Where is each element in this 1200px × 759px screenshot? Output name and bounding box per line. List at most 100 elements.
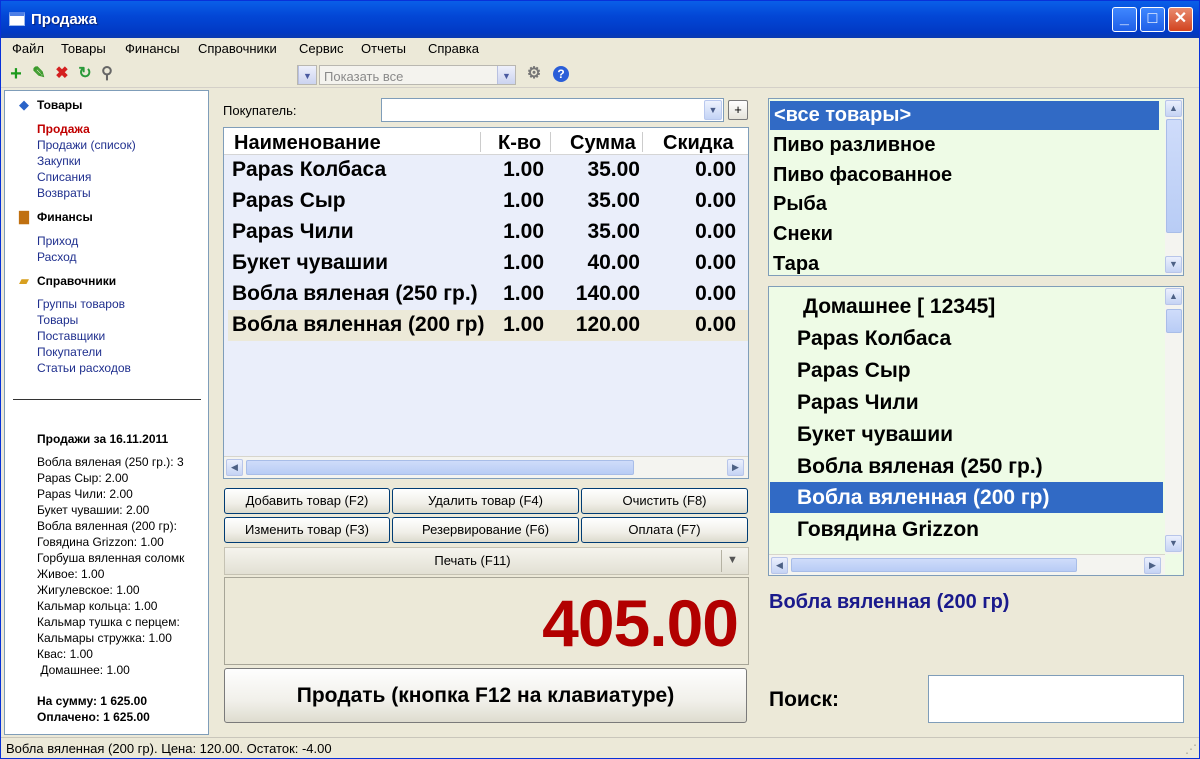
category-item[interactable]: Рыба bbox=[773, 190, 1161, 219]
list-item: Домашнее: 1.00 bbox=[37, 663, 130, 677]
product-item[interactable]: Говядина Grizzon bbox=[797, 518, 979, 542]
category-item-selected[interactable]: <все товары> bbox=[770, 101, 1159, 130]
product-item-selected[interactable]: Вобла вяленная (200 гр) bbox=[797, 486, 1050, 510]
nav-item-sales-list[interactable]: Продажи (список) bbox=[37, 138, 136, 152]
nav-item-products[interactable]: Товары bbox=[37, 313, 78, 327]
maximize-button[interactable]: □ bbox=[1140, 7, 1165, 32]
column-header-discount[interactable]: Скидка bbox=[663, 132, 734, 155]
product-group-item[interactable]: Домашнее [ 12345] bbox=[803, 295, 995, 319]
main-window: Продажа _ □ ✕ Файл Товары Финансы Справо… bbox=[0, 0, 1200, 759]
product-item[interactable]: Вобла вяленая (250 гр.) bbox=[797, 455, 1043, 479]
table-row[interactable]: Papas Колбаса 1.00 35.00 0.00 bbox=[228, 155, 748, 186]
add-item-button[interactable]: Добавить товар (F2) bbox=[224, 488, 390, 514]
refresh-icon[interactable]: ↻ bbox=[76, 65, 94, 83]
pay-button[interactable]: Оплата (F7) bbox=[581, 517, 748, 543]
scroll-left-icon[interactable]: ◀ bbox=[771, 557, 788, 574]
nav-item-writeoffs[interactable]: Списания bbox=[37, 170, 91, 184]
print-split-button[interactable]: Печать (F11) ▼ bbox=[224, 547, 749, 575]
nav-item-expense[interactable]: Расход bbox=[37, 250, 77, 264]
filter-dropdown[interactable]: Показать все ▼ bbox=[319, 65, 516, 85]
status-bar: Вобла вяленная (200 гр). Цена: 120.00. О… bbox=[1, 737, 1199, 758]
product-horizontal-scrollbar[interactable]: ◀ ▶ bbox=[769, 554, 1165, 575]
scroll-thumb[interactable] bbox=[246, 460, 634, 475]
delete-item-button[interactable]: Удалить товар (F4) bbox=[392, 488, 579, 514]
table-row[interactable]: Papas Сыр 1.00 35.00 0.00 bbox=[228, 186, 748, 217]
table-row-selected[interactable]: Вобла вяленная (200 гр) 1.00 120.00 0.00 bbox=[228, 310, 748, 341]
scroll-up-icon[interactable]: ▲ bbox=[1165, 288, 1182, 305]
table-horizontal-scrollbar[interactable]: ◀ ▶ bbox=[224, 456, 748, 478]
buyer-select[interactable]: ▼ bbox=[381, 98, 724, 122]
product-item[interactable]: Papas Колбаса bbox=[797, 327, 951, 351]
list-item: Говядина Grizzon: 1.00 bbox=[37, 535, 164, 549]
title-bar[interactable]: Продажа _ □ ✕ bbox=[1, 1, 1199, 38]
category-item[interactable]: Снеки bbox=[773, 220, 1161, 249]
add-buyer-button[interactable]: + bbox=[728, 100, 748, 120]
reserve-button[interactable]: Резервирование (F6) bbox=[392, 517, 579, 543]
add-icon[interactable]: + bbox=[7, 64, 25, 84]
scroll-right-icon[interactable]: ▶ bbox=[727, 459, 744, 476]
split-divider bbox=[721, 550, 722, 572]
delete-icon[interactable]: ✖ bbox=[53, 65, 71, 83]
left-navigation-panel: ◆ Товары Продажа Продажи (список) Закупк… bbox=[4, 90, 209, 735]
scroll-thumb[interactable] bbox=[1166, 119, 1182, 233]
scroll-thumb[interactable] bbox=[791, 558, 1077, 572]
search-label: Поиск: bbox=[769, 688, 840, 711]
menu-goods[interactable]: Товары bbox=[61, 41, 106, 56]
scroll-up-icon[interactable]: ▲ bbox=[1165, 100, 1182, 117]
nav-item-suppliers[interactable]: Поставщики bbox=[37, 329, 105, 343]
scroll-thumb[interactable] bbox=[1166, 309, 1182, 333]
nav-item-sale[interactable]: Продажа bbox=[37, 122, 90, 136]
table-row[interactable]: Papas Чили 1.00 35.00 0.00 bbox=[228, 217, 748, 248]
nav-item-income[interactable]: Приход bbox=[37, 234, 78, 248]
filter-dropdown-left[interactable]: ▼ bbox=[297, 65, 317, 85]
product-item[interactable]: Papas Сыр bbox=[797, 359, 911, 383]
scroll-down-icon[interactable]: ▼ bbox=[1165, 535, 1182, 552]
cell-qty: 1.00 bbox=[503, 158, 544, 181]
product-item[interactable]: Букет чувашии bbox=[797, 423, 953, 447]
nav-item-purchases[interactable]: Закупки bbox=[37, 154, 81, 168]
gear-icon[interactable]: ⚙ bbox=[525, 65, 543, 83]
menu-references[interactable]: Справочники bbox=[198, 41, 277, 56]
column-header-name[interactable]: Наименование bbox=[234, 132, 381, 155]
table-row[interactable]: Вобла вяленая (250 гр.) 1.00 140.00 0.00 bbox=[228, 279, 748, 310]
column-header-qty[interactable]: К-во bbox=[498, 132, 541, 155]
cell-discount: 0.00 bbox=[695, 282, 736, 305]
help-icon[interactable]: ? bbox=[553, 66, 569, 82]
category-item[interactable]: Пиво разливное bbox=[773, 131, 1161, 160]
scroll-left-icon[interactable]: ◀ bbox=[226, 459, 243, 476]
menu-file[interactable]: Файл bbox=[12, 41, 44, 56]
nav-item-returns[interactable]: Возвраты bbox=[37, 186, 91, 200]
scroll-down-icon[interactable]: ▼ bbox=[1165, 256, 1182, 273]
menu-service[interactable]: Сервис bbox=[299, 41, 344, 56]
nav-item-customers[interactable]: Покупатели bbox=[37, 345, 102, 359]
print-button-label: Печать (F11) bbox=[434, 553, 511, 568]
sell-button[interactable]: Продать (кнопка F12 на клавиатуре) bbox=[224, 668, 747, 723]
nav-item-expense-items[interactable]: Статьи расходов bbox=[37, 361, 131, 375]
scroll-right-icon[interactable]: ▶ bbox=[1144, 557, 1161, 574]
menu-finance[interactable]: Финансы bbox=[125, 41, 180, 56]
category-vertical-scrollbar[interactable]: ▲ ▼ bbox=[1165, 99, 1183, 275]
nav-item-groups[interactable]: Группы товаров bbox=[37, 297, 125, 311]
category-item[interactable]: Тара bbox=[773, 250, 1161, 275]
cell-discount: 0.00 bbox=[695, 313, 736, 336]
menu-reports[interactable]: Отчеты bbox=[361, 41, 406, 56]
column-header-sum[interactable]: Сумма bbox=[570, 132, 636, 155]
search-input[interactable] bbox=[928, 675, 1184, 723]
edit-pencil-icon[interactable]: ✎ bbox=[30, 65, 48, 83]
chevron-down-icon[interactable]: ▼ bbox=[727, 554, 738, 566]
category-item[interactable]: Пиво фасованное bbox=[773, 161, 1161, 190]
close-button[interactable]: ✕ bbox=[1168, 7, 1193, 32]
chevron-down-icon: ▼ bbox=[497, 66, 515, 84]
references-book-icon: ▰ bbox=[19, 273, 29, 288]
menu-help[interactable]: Справка bbox=[428, 41, 479, 56]
product-item[interactable]: Papas Чили bbox=[797, 391, 919, 415]
clear-button[interactable]: Очистить (F8) bbox=[581, 488, 748, 514]
edit-item-button[interactable]: Изменить товар (F3) bbox=[224, 517, 390, 543]
product-vertical-scrollbar[interactable]: ▲ ▼ bbox=[1165, 287, 1183, 554]
cell-qty: 1.00 bbox=[503, 313, 544, 336]
resize-grip-icon[interactable]: ⋰ bbox=[1185, 742, 1197, 756]
toolbar: + ✎ ✖ ↻ ⚲ ▼ Показать все ▼ ⚙ ? bbox=[1, 61, 1199, 88]
table-row[interactable]: Букет чувашии 1.00 40.00 0.00 bbox=[228, 248, 748, 279]
search-icon[interactable]: ⚲ bbox=[98, 65, 116, 83]
minimize-button[interactable]: _ bbox=[1112, 7, 1137, 32]
